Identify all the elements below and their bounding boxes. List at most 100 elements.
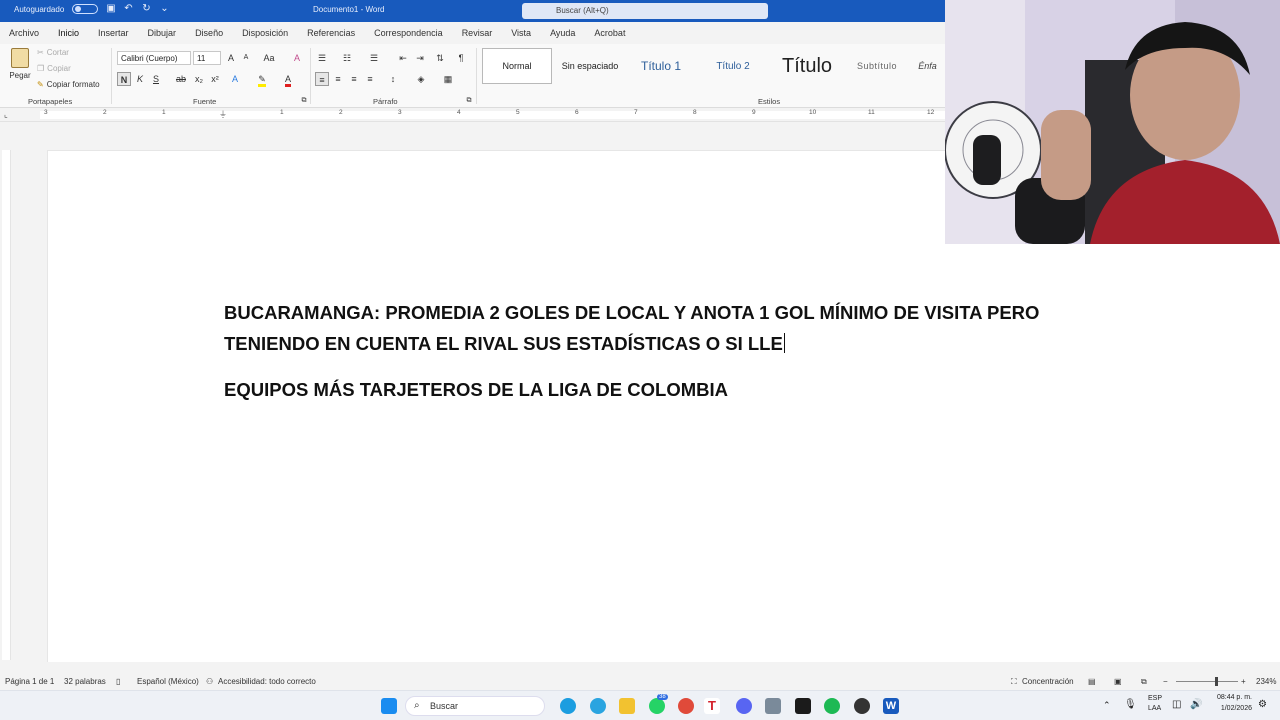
chrome-icon[interactable] bbox=[678, 698, 694, 714]
numbering-icon[interactable]: ☷ bbox=[340, 51, 354, 65]
shading-icon[interactable]: ◈ bbox=[414, 72, 428, 86]
decrease-indent-icon[interactable]: ⇤ bbox=[396, 51, 410, 65]
subscript-button[interactable]: x₂ bbox=[192, 72, 206, 86]
strikethrough-button[interactable]: ab bbox=[174, 72, 188, 86]
change-case-button[interactable]: Aa bbox=[260, 51, 278, 65]
redo-icon[interactable]: ↻ bbox=[142, 4, 152, 14]
focus-mode-button[interactable]: Concentración bbox=[1022, 677, 1074, 686]
focus-icon[interactable]: ⛶ bbox=[1011, 677, 1017, 687]
clock-time[interactable]: 08:44 p. m. bbox=[1212, 694, 1252, 701]
tab-dibujar[interactable]: Dibujar bbox=[148, 22, 177, 44]
word-taskbar-icon[interactable]: W bbox=[883, 698, 899, 714]
style-title[interactable]: Título bbox=[772, 48, 842, 84]
tab-ayuda[interactable]: Ayuda bbox=[550, 22, 575, 44]
calculator-icon[interactable] bbox=[765, 698, 781, 714]
save-icon[interactable]: ▣ bbox=[106, 4, 116, 14]
spotify-icon[interactable] bbox=[824, 698, 840, 714]
input-language-region[interactable]: LAA bbox=[1148, 705, 1161, 712]
telegram-icon[interactable] bbox=[590, 698, 606, 714]
search-input[interactable]: Buscar (Alt+Q) bbox=[522, 3, 768, 19]
align-center-icon[interactable]: ≡ bbox=[331, 72, 345, 86]
multilevel-list-icon[interactable]: ☰ bbox=[367, 51, 381, 65]
sort-icon[interactable]: ⇅ bbox=[433, 51, 447, 65]
tab-selector-icon[interactable]: ⌞ bbox=[4, 110, 8, 119]
tab-disposicion[interactable]: Disposición bbox=[242, 22, 288, 44]
notifications-icon[interactable]: ⚙ bbox=[1258, 699, 1267, 710]
tab-vista[interactable]: Vista bbox=[511, 22, 531, 44]
whatsapp-icon[interactable] bbox=[649, 698, 665, 714]
bullets-icon[interactable]: ☰ bbox=[315, 51, 329, 65]
vertical-ruler[interactable] bbox=[2, 150, 11, 660]
tab-referencias[interactable]: Referencias bbox=[307, 22, 355, 44]
font-size-select[interactable]: 11 bbox=[193, 51, 221, 65]
highlight-icon[interactable]: ✎ bbox=[255, 72, 269, 87]
show-marks-icon[interactable]: ¶ bbox=[454, 51, 468, 65]
accessibility-icon[interactable]: ⚇ bbox=[206, 677, 213, 686]
network-icon[interactable]: ◫ bbox=[1172, 699, 1181, 710]
paste-button[interactable]: Pegar bbox=[8, 48, 32, 80]
zoom-slider-thumb[interactable] bbox=[1215, 677, 1218, 686]
tab-inicio[interactable]: Inicio bbox=[58, 22, 80, 46]
typora-icon[interactable]: T bbox=[704, 698, 720, 714]
style-heading-1[interactable]: Título 1 bbox=[628, 48, 694, 84]
justify-icon[interactable]: ≡ bbox=[363, 72, 377, 86]
autosave-toggle[interactable] bbox=[72, 4, 99, 14]
print-layout-icon[interactable]: ▣ bbox=[1114, 677, 1122, 686]
tab-revisar[interactable]: Revisar bbox=[462, 22, 493, 44]
style-no-spacing[interactable]: Sin espaciado bbox=[556, 48, 624, 84]
zoom-out-icon[interactable]: − bbox=[1163, 677, 1168, 686]
horizontal-ruler[interactable]: ⌞ 3 2 1 ⏚ 1 2 3 4 5 6 7 8 9 10 11 12 bbox=[0, 108, 945, 122]
italic-button[interactable]: K bbox=[133, 72, 147, 86]
cut-button[interactable]: ✂ Cortar bbox=[37, 48, 69, 57]
increase-indent-icon[interactable]: ⇥ bbox=[413, 51, 427, 65]
tray-chevron-icon[interactable]: ⌃ bbox=[1103, 700, 1111, 711]
volume-icon[interactable]: 🔊 bbox=[1190, 699, 1202, 710]
underline-button[interactable]: S bbox=[149, 72, 163, 86]
font-dialog-launcher-icon[interactable]: ⧉ bbox=[299, 96, 309, 106]
edge-icon[interactable] bbox=[560, 698, 576, 714]
align-left-icon[interactable]: ≡ bbox=[315, 72, 329, 86]
align-right-icon[interactable]: ≡ bbox=[347, 72, 361, 86]
paragraph-dialog-launcher-icon[interactable]: ⧉ bbox=[464, 96, 474, 106]
clock-date[interactable]: 1/02/2026 bbox=[1212, 705, 1252, 712]
shrink-font-button[interactable]: A bbox=[239, 51, 253, 65]
input-language[interactable]: ESP bbox=[1148, 695, 1162, 702]
capcut-icon[interactable] bbox=[795, 698, 811, 714]
style-heading-2[interactable]: Título 2 bbox=[700, 48, 766, 84]
read-mode-icon[interactable]: ▤ bbox=[1088, 677, 1096, 686]
zoom-level[interactable]: 234% bbox=[1256, 677, 1276, 686]
page-count[interactable]: Página 1 de 1 bbox=[5, 677, 54, 686]
indent-marker-icon[interactable]: ⏚ bbox=[219, 109, 227, 120]
tab-diseno[interactable]: Diseño bbox=[195, 22, 223, 44]
format-painter-button[interactable]: ✎ Copiar formato bbox=[37, 80, 100, 89]
clear-format-icon[interactable]: A bbox=[290, 51, 304, 65]
copy-button[interactable]: ❐ Copiar bbox=[37, 64, 71, 73]
superscript-button[interactable]: x² bbox=[208, 72, 222, 86]
tab-acrobat[interactable]: Acrobat bbox=[594, 22, 625, 44]
accessibility-status[interactable]: Accesibilidad: todo correcto bbox=[218, 677, 316, 686]
obs-icon[interactable] bbox=[854, 698, 870, 714]
line-spacing-icon[interactable]: ↕ bbox=[386, 72, 400, 86]
style-normal[interactable]: Normal bbox=[482, 48, 552, 84]
bold-button[interactable]: N bbox=[117, 72, 131, 86]
tab-insertar[interactable]: Insertar bbox=[98, 22, 129, 44]
tab-correspondencia[interactable]: Correspondencia bbox=[374, 22, 443, 44]
font-color-icon[interactable]: A bbox=[281, 72, 295, 87]
style-subtitle[interactable]: Subtítulo bbox=[848, 48, 906, 84]
tab-archivo[interactable]: Archivo bbox=[9, 22, 39, 44]
web-layout-icon[interactable]: ⧉ bbox=[1141, 677, 1147, 687]
text-effects-icon[interactable]: A bbox=[228, 72, 242, 86]
borders-icon[interactable]: ▦ bbox=[441, 72, 455, 86]
language-status[interactable]: Español (México) bbox=[137, 677, 199, 686]
start-icon[interactable] bbox=[381, 698, 397, 714]
discord-icon[interactable] bbox=[736, 698, 752, 714]
zoom-slider[interactable] bbox=[1176, 681, 1238, 682]
taskbar-search[interactable]: ⌕ Buscar bbox=[405, 696, 545, 716]
word-count[interactable]: 32 palabras bbox=[64, 677, 106, 686]
file-explorer-icon[interactable] bbox=[619, 698, 635, 714]
grow-font-button[interactable]: A bbox=[224, 51, 238, 65]
zoom-in-icon[interactable]: + bbox=[1241, 677, 1246, 686]
undo-icon[interactable]: ↶ bbox=[124, 4, 134, 14]
style-emphasis[interactable]: Énfa bbox=[910, 48, 945, 84]
microphone-icon[interactable]: 🎙 bbox=[1124, 699, 1137, 710]
